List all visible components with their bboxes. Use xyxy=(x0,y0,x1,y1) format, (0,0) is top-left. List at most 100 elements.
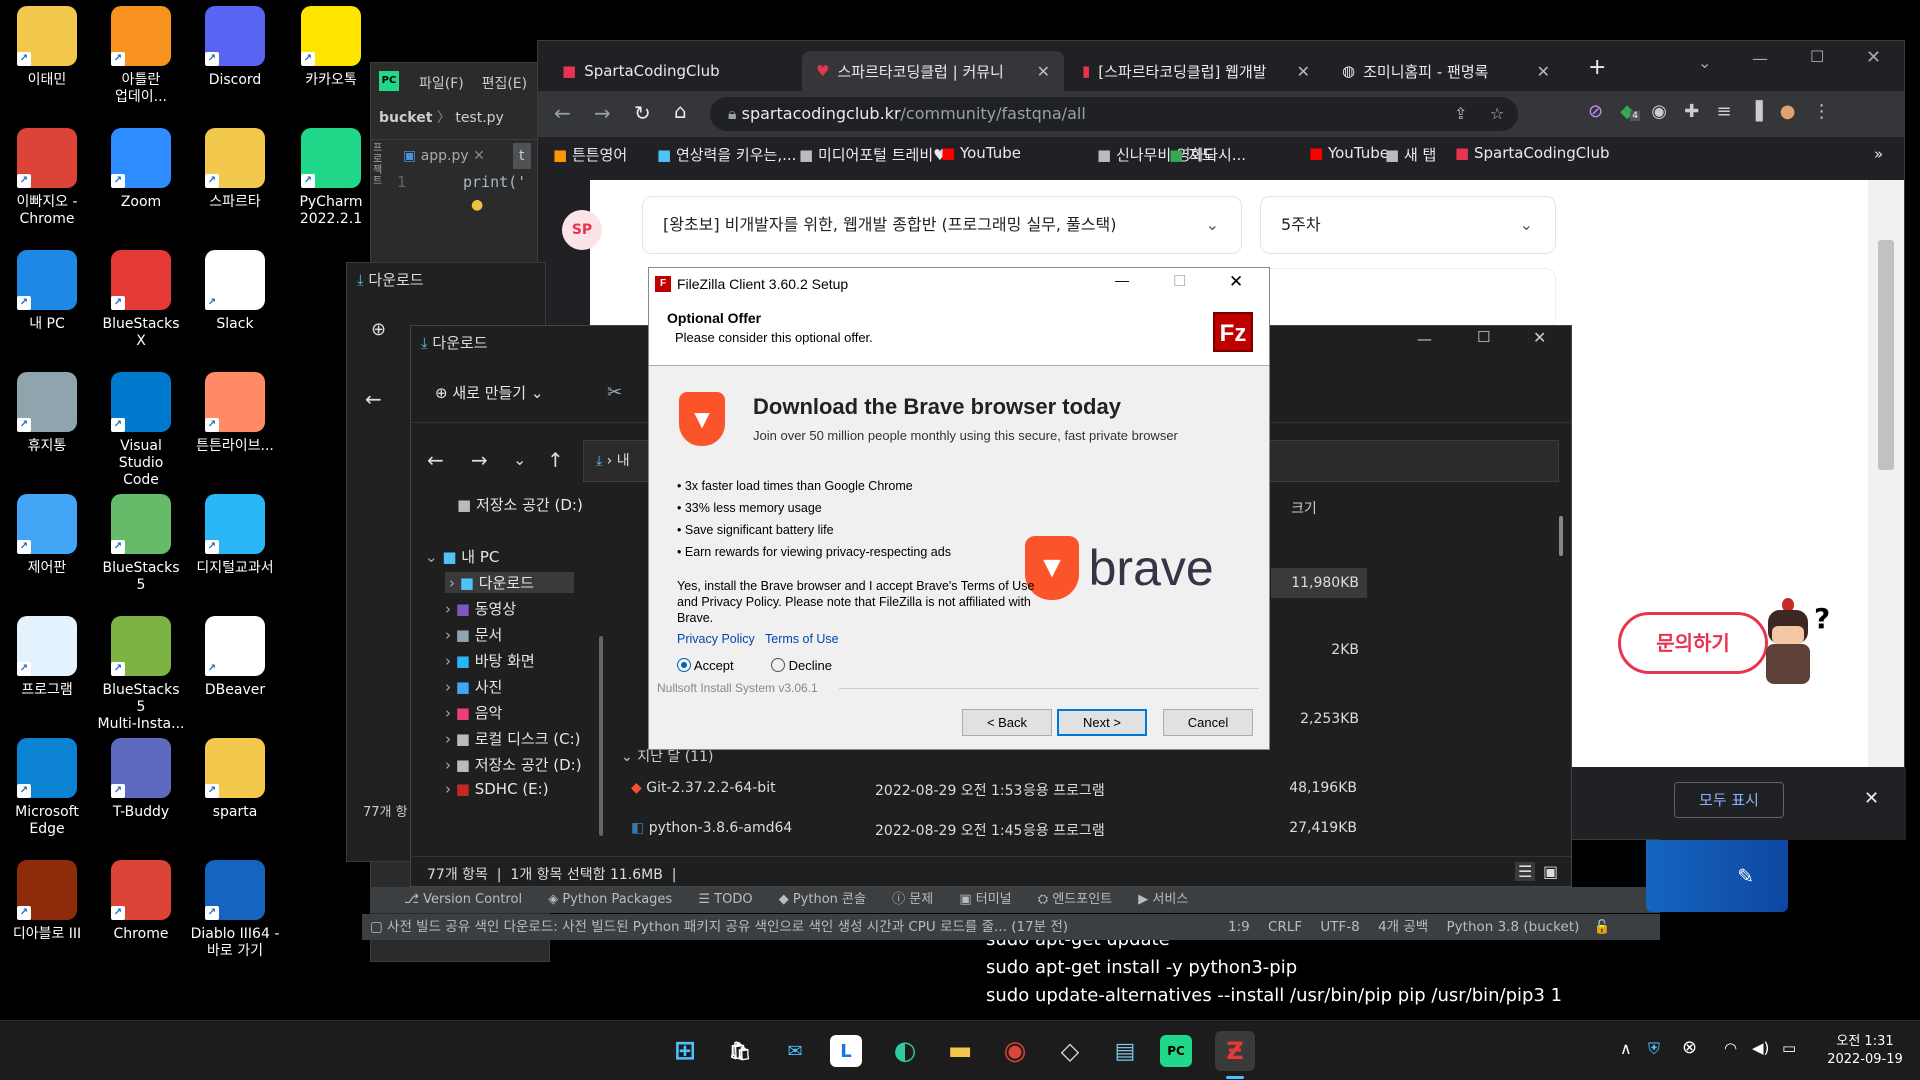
desktop-icon[interactable]: ↗ 제어판 xyxy=(2,494,92,577)
tab-endpoints[interactable]: ⛭ 엔드포인트 xyxy=(1038,892,1112,907)
desktop-icon[interactable]: ↗ BlueStacks 5 Multi-Insta... xyxy=(96,616,186,733)
selected-row[interactable]: 11,980KB xyxy=(1271,568,1367,598)
nav-item[interactable]: ■ 저장소 공간 (D:) xyxy=(457,494,583,515)
week-select[interactable]: 5주차 ⌄ xyxy=(1260,196,1556,254)
project-side-tab[interactable]: 프로젝트 xyxy=(373,143,389,223)
desktop-icon[interactable]: ↗ 내 PC xyxy=(2,250,92,333)
desktop-icon[interactable]: ↗ Chrome xyxy=(96,860,186,943)
playlist-icon[interactable]: ≡ xyxy=(1716,101,1731,122)
course-select[interactable]: [왕초보] 비개발자를 위한, 웹개발 종합반 (프로그래밍 실무, 풀스택) ⌄ xyxy=(642,196,1242,254)
nav-item[interactable]: ⌄ ■ 내 PC xyxy=(425,546,499,567)
bookmark-item[interactable]: ■ 미디어포털 트레비♥ xyxy=(799,144,947,165)
breadcrumb-project[interactable]: bucket xyxy=(379,110,432,126)
file-row[interactable]: ◧ python-3.8.6-amd64 2022-08-29 오전 1:45 … xyxy=(631,820,1371,839)
desktop-icon[interactable]: ↗ DBeaver xyxy=(190,616,280,699)
back-icon[interactable]: ← xyxy=(365,387,382,411)
bookmark-item[interactable]: ■ 새 탭 xyxy=(1385,144,1436,165)
code-line[interactable]: print(' xyxy=(463,173,526,191)
inquiry-button[interactable]: 문의하기 xyxy=(1618,612,1768,674)
desktop-icon[interactable]: ↗ 디아블로 III xyxy=(2,860,92,943)
breadcrumb-file[interactable]: test.py xyxy=(455,110,504,126)
menu-icon[interactable]: ⋮ xyxy=(1813,101,1831,122)
recent-icon[interactable]: ⌄ xyxy=(513,450,526,469)
file-explorer-icon[interactable]: ▬ xyxy=(940,1031,980,1071)
wifi-icon[interactable]: ◠ xyxy=(1724,1039,1737,1057)
mail-icon[interactable]: ✉ xyxy=(775,1031,815,1071)
scrollbar[interactable] xyxy=(1868,180,1904,767)
file-scrollbar[interactable] xyxy=(1559,516,1563,556)
close-tab-icon[interactable]: ✕ xyxy=(1297,62,1310,81)
tab-todo[interactable]: ☰ TODO xyxy=(698,892,752,907)
cut-icon[interactable]: ✂ xyxy=(607,382,622,403)
terms-link[interactable]: Terms of Use xyxy=(765,632,839,646)
sidepanel-icon[interactable]: ▐ xyxy=(1749,101,1763,122)
face-extension-icon[interactable]: ◉ xyxy=(1651,101,1667,122)
next-button[interactable]: Next > xyxy=(1057,709,1147,736)
l-app-icon[interactable]: L xyxy=(830,1035,862,1067)
tab-sparta[interactable]: ■ SpartaCodingClub xyxy=(548,51,798,91)
bulb-icon[interactable]: ● xyxy=(471,197,483,213)
bookmark-item[interactable]: ■ 튼튼영어 xyxy=(553,144,627,165)
clock[interactable]: 오전 1:31 2022-09-19 xyxy=(1820,1033,1910,1069)
forward-icon[interactable]: → xyxy=(594,101,611,125)
minimize-button[interactable]: — xyxy=(1752,49,1768,68)
back-icon[interactable]: ← xyxy=(554,101,571,125)
maximize-button[interactable]: ☐ xyxy=(1810,47,1824,66)
bookmark-item[interactable]: ■ 연상력을 키우는,... xyxy=(657,144,796,165)
tab-terminal[interactable]: ▣ 터미널 xyxy=(959,892,1011,907)
new-button[interactable]: ⊕ 새로 만들기 ⌄ xyxy=(435,382,543,403)
desktop-icon[interactable]: ↗ 프로그램 xyxy=(2,616,92,699)
accept-radio[interactable]: Accept xyxy=(677,658,734,673)
thumbnail-view-icon[interactable]: ▣ xyxy=(1543,862,1558,881)
desktop-icon[interactable]: ↗ BlueStacks 5 xyxy=(96,494,186,594)
new-tab-button[interactable]: + xyxy=(1588,55,1606,80)
tab-python-console[interactable]: ◆ Python 콘솔 xyxy=(779,892,866,907)
close-tab-icon[interactable]: ✕ xyxy=(1037,62,1050,81)
desktop-icon[interactable]: ↗ Slack xyxy=(190,250,280,333)
nav-item[interactable]: › ■ 저장소 공간 (D:) xyxy=(445,754,582,775)
close-button[interactable]: ✕ xyxy=(1866,47,1881,68)
close-button[interactable]: ✕ xyxy=(1533,328,1546,347)
address-bar[interactable]: 🔒︎ spartacodingclub.kr/community/fastqna… xyxy=(710,97,1518,131)
maximize-button[interactable]: ☐ xyxy=(1173,272,1186,290)
desktop-icon[interactable]: ↗ Visual Studio Code xyxy=(96,372,186,489)
desktop-icon[interactable]: ↗ 스파르타 xyxy=(190,128,280,211)
maximize-button[interactable]: ☐ xyxy=(1477,328,1490,346)
menu-file[interactable]: 파일(F) xyxy=(419,76,464,92)
desktop-icon[interactable]: ↗ 이태민 xyxy=(2,6,92,89)
tab-minihompy[interactable]: ◍ 조미니홈피 - 팬명록 ✕ xyxy=(1328,51,1564,91)
pycharm-icon[interactable]: PC xyxy=(1160,1035,1192,1067)
desktop-icon[interactable]: ↗ sparta xyxy=(190,738,280,821)
bookmarks-more[interactable]: » xyxy=(1874,145,1883,163)
close-tab-icon[interactable]: ✕ xyxy=(1537,62,1550,81)
new-icon[interactable]: ⊕ xyxy=(371,319,386,340)
minimize-button[interactable]: — xyxy=(1115,272,1129,288)
tab-version-control[interactable]: ⎇ Version Control xyxy=(404,892,522,907)
details-view-icon[interactable]: ☰ xyxy=(1515,862,1536,881)
nav-item[interactable]: › ■ 바탕 화면 xyxy=(445,650,535,671)
desktop-icon[interactable]: ↗ 카카오톡 xyxy=(286,6,376,89)
tab-services[interactable]: ▶ 서비스 xyxy=(1138,892,1188,907)
desktop-icon[interactable]: ↗ 휴지통 xyxy=(2,372,92,455)
start-button[interactable]: ⊞ xyxy=(665,1031,705,1071)
edit-fab[interactable]: ✎ xyxy=(1646,840,1788,912)
desktop-icon[interactable]: ↗ 튼튼라이브... xyxy=(190,372,280,455)
desktop-icon[interactable]: ↗ Diablo III64 - 바로 가기 xyxy=(190,860,280,960)
tab-search-icon[interactable]: ⌄ xyxy=(1698,53,1711,72)
desktop-icon[interactable]: ↗ 아틀란 업데이... xyxy=(96,6,186,106)
desktop-icon[interactable]: ↗ Zoom xyxy=(96,128,186,211)
desktop-icon[interactable]: ↗ 이빠지오 - Chrome xyxy=(2,128,92,228)
edge-icon[interactable]: ◐ xyxy=(885,1031,925,1071)
nav-scrollbar[interactable] xyxy=(599,636,603,836)
show-all-button[interactable]: 모두 표시 xyxy=(1674,782,1784,818)
lock-icon[interactable]: 🔒︎ xyxy=(728,104,742,123)
block-extension-icon[interactable]: ⊘ xyxy=(1588,101,1603,122)
desktop-icon[interactable]: ↗ 디지털교과서 xyxy=(190,494,280,577)
nav-item[interactable]: › ■ 로컬 디스크 (C:) xyxy=(445,728,581,749)
desktop-icon[interactable]: ↗ Discord xyxy=(190,6,280,89)
up-icon[interactable]: ↑ xyxy=(547,448,564,472)
cursor-position[interactable]: 1:9 xyxy=(1228,919,1250,935)
chrome-icon[interactable]: ◉ xyxy=(995,1031,1035,1071)
volume-icon[interactable]: ◀) xyxy=(1752,1039,1769,1057)
editor-tab-test[interactable]: t xyxy=(513,143,531,169)
